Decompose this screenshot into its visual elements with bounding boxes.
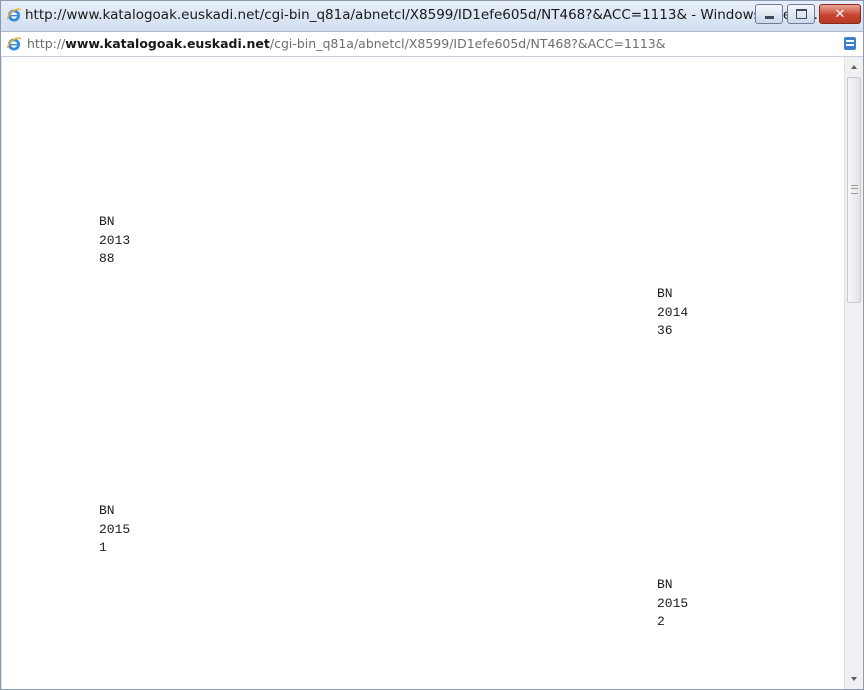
compatibility-view-icon[interactable] <box>843 36 857 51</box>
record-code: BN <box>99 503 115 518</box>
record-block: BN 2015 2 <box>657 576 688 632</box>
address-url[interactable]: http://www.katalogoak.euskadi.net/cgi-bi… <box>27 36 666 51</box>
record-number: 36 <box>657 323 673 338</box>
close-button[interactable]: ✕ <box>819 4 861 24</box>
internet-explorer-icon <box>6 8 22 22</box>
record-block: BN 2015 1 <box>99 502 130 558</box>
maximize-button[interactable] <box>787 4 815 24</box>
arrow-down-icon <box>851 677 857 681</box>
record-number: 88 <box>99 251 115 266</box>
record-number: 1 <box>99 540 107 555</box>
page-content: BN 2013 88 BN 2014 36 BN 2015 1 BN 2015 … <box>1 57 845 689</box>
url-prefix: http:// <box>27 36 66 51</box>
record-code: BN <box>99 214 115 229</box>
url-path: /cgi-bin_q81a/abnetcl/X8599/ID1efe605d/N… <box>269 36 666 51</box>
record-year: 2013 <box>99 232 131 248</box>
record-block: BN 2013 88 <box>99 213 130 269</box>
internet-explorer-icon <box>6 37 22 51</box>
record-code: BN <box>657 286 673 301</box>
minimize-icon <box>756 5 782 23</box>
record-block: BN 2014 36 <box>657 285 688 341</box>
record-year: 2015 <box>657 595 689 611</box>
record-code: BN <box>657 577 673 592</box>
record-year: 2015 <box>99 521 131 537</box>
record-number: 2 <box>657 614 665 629</box>
vertical-scrollbar[interactable] <box>844 57 863 689</box>
close-icon: ✕ <box>834 6 846 22</box>
address-bar[interactable]: http://www.katalogoak.euskadi.net/cgi-bi… <box>1 32 863 57</box>
scroll-thumb[interactable] <box>847 77 861 303</box>
maximize-icon <box>788 5 814 23</box>
scroll-down-button[interactable] <box>845 671 863 687</box>
arrow-up-icon <box>851 65 857 69</box>
title-bar[interactable]: http://www.katalogoak.euskadi.net/cgi-bi… <box>1 1 863 32</box>
minimize-button[interactable] <box>755 4 783 24</box>
browser-window: http://www.katalogoak.euskadi.net/cgi-bi… <box>0 0 864 690</box>
scroll-up-button[interactable] <box>845 59 863 75</box>
record-year: 2014 <box>657 304 689 320</box>
window-title: http://www.katalogoak.euskadi.net/cgi-bi… <box>25 7 818 23</box>
grip-icon <box>851 185 858 194</box>
url-domain: www.katalogoak.euskadi.net <box>65 36 270 51</box>
